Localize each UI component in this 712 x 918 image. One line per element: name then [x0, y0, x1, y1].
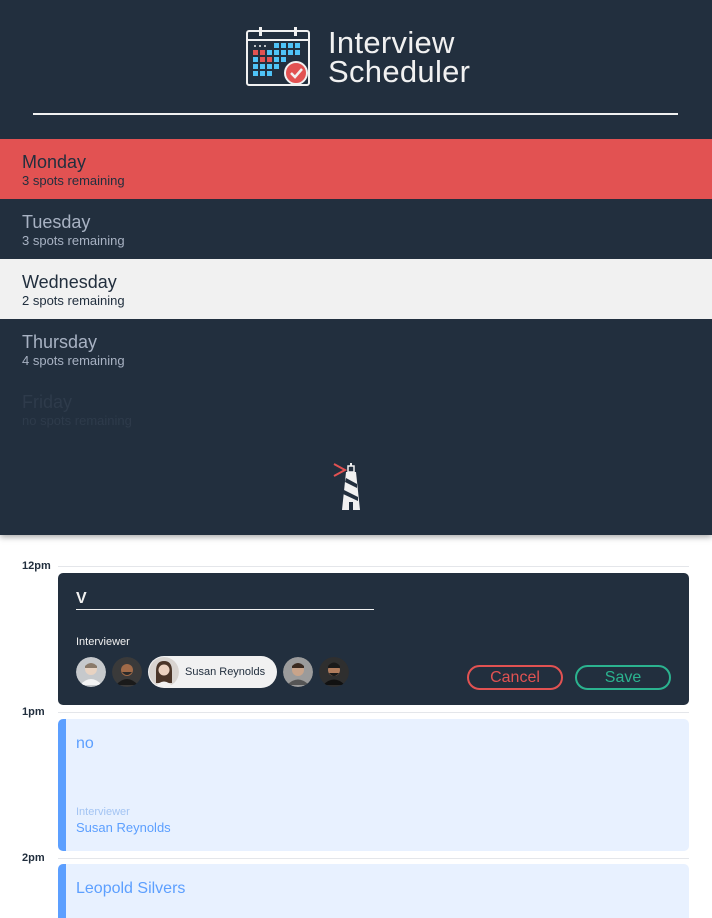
time-separator: [58, 712, 689, 713]
day-name: Tuesday: [22, 212, 91, 232]
interviewer-list: Susan Reynolds: [76, 656, 355, 688]
day-item-wednesday[interactable]: Wednesday 2 spots remaining: [0, 259, 712, 319]
day-item-tuesday[interactable]: Tuesday 3 spots remaining: [0, 199, 712, 259]
day-spots: 3 spots remaining: [22, 233, 125, 248]
avatar: [76, 657, 106, 687]
day-spots: 2 spots remaining: [22, 293, 125, 308]
day-name: Wednesday: [22, 272, 117, 292]
time-separator: [58, 858, 689, 859]
lighthouse-logo-icon: [333, 463, 360, 510]
avatar: [319, 657, 350, 687]
interviewer-option[interactable]: [319, 657, 350, 687]
calendar-check-icon: [246, 27, 310, 86]
day-name: Friday: [22, 392, 73, 412]
day-item-monday[interactable]: Monday 3 spots remaining: [0, 139, 712, 199]
appointment-form: Interviewer: [58, 573, 689, 705]
avatar: [149, 657, 179, 687]
time-separator: [58, 566, 689, 567]
interviewer-name: Susan Reynolds: [185, 666, 266, 678]
interviewer-heading: Interviewer: [76, 636, 130, 648]
day-spots: 4 spots remaining: [22, 353, 125, 368]
app-logo: Interview Scheduler: [246, 27, 470, 87]
avatar: [283, 657, 314, 687]
save-button[interactable]: Save: [575, 665, 671, 690]
day-spots: no spots remaining: [22, 413, 132, 428]
appointment-interviewer-label: Interviewer: [76, 806, 130, 818]
avatar: [112, 657, 142, 687]
interviewer-option[interactable]: [283, 657, 314, 687]
app-title-line1: Interview: [328, 25, 455, 60]
day-name: Monday: [22, 152, 87, 172]
interviewer-option-selected[interactable]: Susan Reynolds: [148, 656, 278, 688]
appointment-student: no: [76, 735, 94, 752]
appointment-card[interactable]: Leopold Silvers: [58, 864, 689, 918]
time-label: 1pm: [22, 706, 45, 718]
day-name: Thursday: [22, 332, 98, 352]
day-item-friday[interactable]: Friday no spots remaining: [0, 379, 712, 439]
student-name-input[interactable]: [76, 588, 374, 610]
day-spots: 3 spots remaining: [22, 173, 125, 188]
appointment-student: Leopold Silvers: [76, 880, 186, 897]
schedule: 12pm 1pm 2pm Interviewer: [0, 535, 712, 918]
appointment-card[interactable]: no Interviewer Susan Reynolds: [58, 719, 689, 851]
app-title-line2: Scheduler: [328, 54, 471, 89]
interviewer-option[interactable]: [112, 657, 142, 687]
day-list: Monday 3 spots remaining Tuesday 3 spots…: [0, 139, 712, 439]
time-label: 2pm: [22, 852, 45, 864]
sidebar: Interview Scheduler Monday 3 spots remai…: [0, 0, 712, 535]
day-item-thursday[interactable]: Thursday 4 spots remaining: [0, 319, 712, 379]
time-label: 12pm: [22, 560, 51, 572]
cancel-button[interactable]: Cancel: [467, 665, 563, 690]
appointment-interviewer-name: Susan Reynolds: [76, 820, 171, 835]
sidebar-divider: [33, 113, 678, 115]
app-title: Interview Scheduler: [328, 25, 471, 89]
interviewer-option[interactable]: [76, 657, 106, 687]
